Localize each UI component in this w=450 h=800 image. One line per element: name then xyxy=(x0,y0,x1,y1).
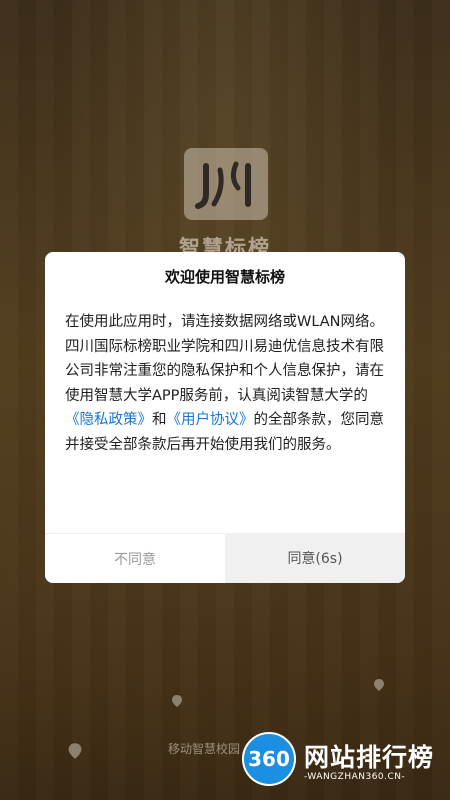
privacy-dialog: 欢迎使用智慧标榜 在使用此应用时，请连接数据网络或WLAN网络。四川国际标榜职业… xyxy=(45,252,405,583)
map-pin-icon xyxy=(172,695,182,707)
map-pin-icon xyxy=(374,679,384,691)
agree-button[interactable]: 同意(6s) xyxy=(225,533,405,583)
background-caption: 移动智慧校园 xyxy=(168,742,241,756)
watermark-badge: 360 xyxy=(242,732,296,786)
disagree-button[interactable]: 不同意 xyxy=(45,533,225,583)
site-watermark: 360 网站排行榜 -WANGZHAN360.CN- xyxy=(242,732,450,800)
dialog-buttons: 不同意 同意(6s) xyxy=(45,533,405,583)
dialog-title: 欢迎使用智慧标榜 xyxy=(164,268,285,286)
watermark-title: 网站排行榜 xyxy=(304,743,435,772)
dialog-body-and: 和 xyxy=(152,412,167,428)
privacy-policy-link[interactable]: 《隐私政策》 xyxy=(65,412,152,428)
dialog-body-text: 在使用此应用时，请连接数据网络或WLAN网络。四川国际标榜职业学院和四川易迪优信… xyxy=(65,314,385,404)
dialog-body: 在使用此应用时，请连接数据网络或WLAN网络。四川国际标榜职业学院和四川易迪优信… xyxy=(65,310,388,457)
app-logo-icon xyxy=(184,148,268,220)
map-pin-icon xyxy=(68,743,82,759)
watermark-subtitle: -WANGZHAN360.CN- xyxy=(304,772,406,782)
user-agreement-link[interactable]: 《用户协议》 xyxy=(167,412,254,428)
